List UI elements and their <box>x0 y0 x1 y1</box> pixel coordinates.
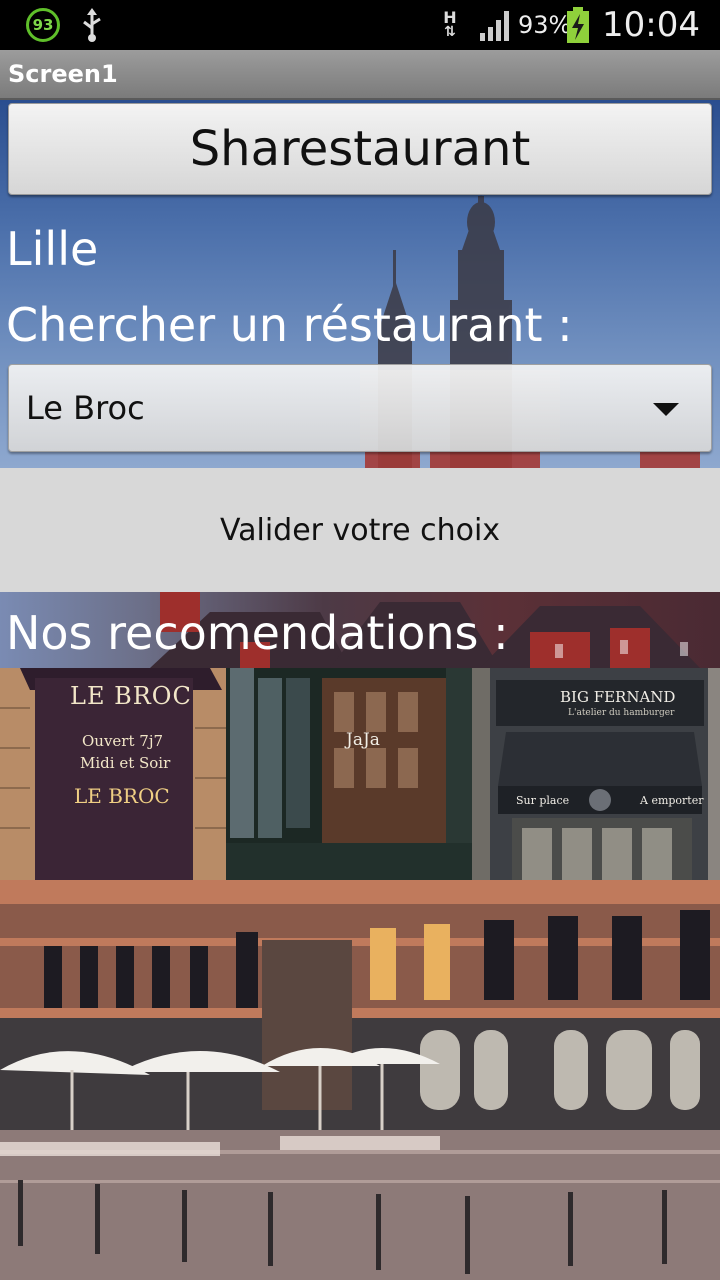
restaurant-spinner[interactable]: Le Broc <box>8 364 712 452</box>
title-bar: Screen1 <box>0 50 720 100</box>
network-type-icon: H ⇅ <box>443 8 457 40</box>
spinner-selected-value: Le Broc <box>26 389 145 427</box>
notification-badge-icon: 93 <box>26 0 64 50</box>
big-fernand-sign-subtitle: L'atelier du hamburger <box>568 708 675 718</box>
status-bar: 93 H ⇅ 93% 10:04 <box>0 0 720 50</box>
screen: 93 H ⇅ 93% 10:04 Screen1 Sharestaurant L… <box>0 0 720 1280</box>
app-title-button[interactable]: Sharestaurant <box>8 103 712 195</box>
le-broc-sign-line1: Ouvert 7j7 <box>82 732 164 750</box>
clock: 10:04 <box>602 5 700 45</box>
le-broc-thumbnail[interactable]: LE BROC Ouvert 7j7 Midi et Soir LE BROC <box>0 668 226 880</box>
jaja-thumbnail[interactable]: JaJa <box>226 668 472 880</box>
big-fernand-sign-title: BIG FERNAND <box>560 688 676 706</box>
notification-count: 93 <box>26 8 60 42</box>
jaja-sign: JaJa <box>346 730 380 750</box>
validate-button[interactable]: Valider votre choix <box>0 468 720 592</box>
le-broc-sign-title: LE BROC <box>70 682 192 710</box>
big-fernand-sur-place: Sur place <box>516 794 570 807</box>
signal-icon <box>478 0 516 50</box>
big-fernand-thumbnail[interactable]: BIG FERNAND L'atelier du hamburger Sur p… <box>472 668 720 880</box>
city-label: Lille <box>6 222 99 276</box>
battery-charging-icon <box>566 0 590 50</box>
le-broc-sign-line3: LE BROC <box>74 784 170 808</box>
big-fernand-a-emporter: A emporter <box>640 794 704 807</box>
screen-title: Screen1 <box>8 60 118 88</box>
le-broc-sign-line2: Midi et Soir <box>80 754 171 772</box>
city-square-photo <box>0 880 720 1280</box>
search-label: Chercher un réstaurant : <box>6 298 573 352</box>
dropdown-arrow-icon <box>653 403 679 416</box>
recommendations-label: Nos recomendations : <box>6 606 509 660</box>
usb-icon <box>80 0 106 50</box>
network-type-label: H <box>443 8 457 27</box>
battery-percent: 93% <box>518 11 572 39</box>
recommendations-gallery: LE BROC Ouvert 7j7 Midi et Soir LE BROC <box>0 668 720 880</box>
